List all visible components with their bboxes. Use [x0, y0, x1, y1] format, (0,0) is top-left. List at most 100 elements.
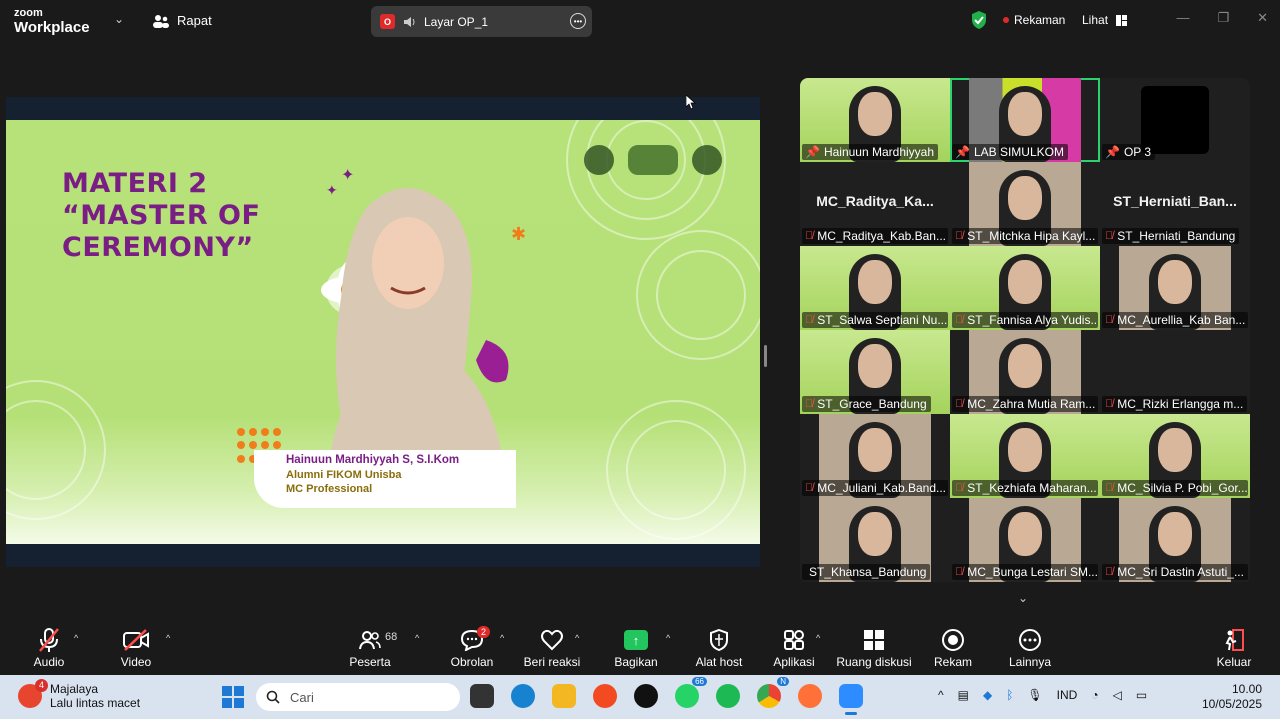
clock-time: 10.00	[1231, 682, 1262, 696]
microphone-icon[interactable]: 🎙	[1027, 688, 1042, 702]
participant-display-name: MC_Raditya_Ka...	[816, 193, 934, 209]
participant-tile[interactable]: ST_Herniati_Ban... 🎙̸ ST_Herniati_Bandung	[1100, 162, 1250, 246]
video-button[interactable]: Video	[96, 627, 176, 669]
participant-name: OP 3	[1123, 145, 1152, 159]
zoom-app-icon[interactable]	[839, 684, 863, 715]
host-tools-button[interactable]: Alat host	[679, 627, 759, 669]
participant-name: MC_Sri Dastin Astuti_...	[1117, 565, 1244, 579]
chrome-icon[interactable]: N	[757, 677, 789, 708]
participant-name-label: 🎙̸ MC_Silvia P. Pobi_Gor...	[1102, 480, 1248, 496]
participant-tile[interactable]: ST_Khansa_Bandung	[800, 498, 950, 582]
participants-button[interactable]: Peserta	[330, 627, 410, 669]
whatsapp-icon[interactable]: 66	[675, 677, 707, 708]
participant-tile[interactable]: 🎙̸ MC_Zahra Mutia Ram...	[950, 330, 1100, 414]
participant-tile[interactable]: 🎙̸ MC_Silvia P. Pobi_Gor...	[1100, 414, 1250, 498]
participant-tile[interactable]: 🎙̸ MC_Bunga Lestari SM...	[950, 498, 1100, 582]
show-hidden-icons-icon[interactable]: ^	[938, 688, 944, 702]
speaker-name-card: Hainuun Mardhiyyah S, S.I.Kom Alumni FIK…	[254, 450, 516, 508]
participant-name: ST_Herniati_Bandung	[1117, 229, 1236, 243]
spotify-icon[interactable]	[716, 684, 740, 708]
participant-tile[interactable]: 🎙̸ MC_Juliani_Kab.Band...	[800, 414, 950, 498]
keyboard-icon[interactable]: ▤	[958, 688, 969, 702]
chevron-down-icon[interactable]: ⌄	[1018, 591, 1028, 605]
windows-start-icon[interactable]	[222, 686, 244, 708]
participant-tile[interactable]: 🎙̸ ST_Mitchka Hipa Kayl...	[950, 162, 1100, 246]
participant-tile[interactable]: 🎙̸ ST_Kezhiafa Maharan...	[950, 414, 1100, 498]
mic-muted-icon: 🎙̸	[955, 566, 964, 578]
participant-tile[interactable]: 📌 Hainuun Mardhiyyah	[800, 78, 950, 162]
brand-bottom: Workplace	[14, 19, 90, 36]
close-icon[interactable]: ✕	[1257, 10, 1268, 26]
apps-label: Aplikasi	[773, 655, 815, 669]
participant-face	[1158, 260, 1192, 304]
chevron-down-icon[interactable]: ⌄	[114, 12, 124, 26]
mic-muted-icon: 🎙̸	[1105, 230, 1114, 242]
encryption-shield-icon[interactable]	[970, 10, 988, 30]
participant-face	[1008, 428, 1042, 472]
breakout-rooms-button[interactable]: Ruang diskusi	[834, 627, 914, 669]
firefox-icon[interactable]	[798, 684, 822, 708]
participants-icon	[359, 631, 381, 650]
participants-caret-icon[interactable]: ^	[415, 633, 419, 643]
recording-indicator[interactable]: Rekaman	[1003, 13, 1065, 27]
participant-display-name: ST_Herniati_Ban...	[1113, 193, 1237, 209]
participant-tile[interactable]: 📌 OP 3	[1100, 78, 1250, 162]
participant-tile[interactable]: 🎙̸ MC_Sri Dastin Astuti_...	[1100, 498, 1250, 582]
participant-tile[interactable]: 📌 LAB SIMULKOM	[950, 78, 1100, 162]
participant-tile[interactable]: 🎙̸ ST_Grace_Bandung	[800, 330, 950, 414]
mic-muted-icon: 🎙̸	[955, 314, 964, 326]
weather-widget[interactable]: 4 Majalaya Lalu lintas macet	[18, 679, 140, 710]
share-caret-icon[interactable]: ^	[666, 633, 670, 643]
participant-tile[interactable]: 🎙̸ MC_Aurellia_Kab Ban...	[1100, 246, 1250, 330]
security-icon[interactable]: ◆	[983, 688, 992, 702]
record-button[interactable]: Rekam	[913, 627, 993, 669]
minimize-icon[interactable]: —	[1176, 10, 1189, 26]
video-off-icon	[123, 629, 149, 651]
mic-muted-icon: 🎙̸	[1105, 482, 1114, 494]
edge-icon[interactable]	[511, 684, 535, 708]
screen-source-pill[interactable]: O Layar OP_1 •••	[371, 6, 592, 37]
meeting-label: Rapat	[177, 13, 212, 28]
task-view-icon[interactable]	[470, 684, 494, 708]
file-explorer-icon[interactable]	[552, 684, 576, 708]
traffic-icon: 4	[18, 679, 48, 708]
participant-face	[1158, 512, 1192, 556]
participant-tile[interactable]: 🎙̸ ST_Fannisa Alya Yudis...	[950, 246, 1100, 330]
reactions-caret-icon[interactable]: ^	[575, 633, 579, 643]
tiktok-icon[interactable]	[634, 684, 658, 708]
participant-tile[interactable]: 🎙̸ ST_Salwa Septiani Nu...	[800, 246, 950, 330]
wifi-icon[interactable]: ◔	[1091, 688, 1098, 702]
view-button[interactable]: Lihat	[1082, 13, 1128, 27]
participant-tile[interactable]: 🎙̸ MC_Rizki Erlangga m...	[1100, 330, 1250, 414]
mouse-cursor-icon	[686, 95, 696, 109]
bluetooth-icon[interactable]: ᛒ	[1006, 688, 1013, 702]
participant-name: ST_Kezhiafa Maharan...	[967, 481, 1097, 495]
audio-caret-icon[interactable]: ^	[74, 633, 78, 643]
chat-caret-icon[interactable]: ^	[500, 633, 504, 643]
panel-resize-handle[interactable]	[764, 345, 767, 367]
taskbar-clock[interactable]: 10.00 10/05/2025	[1202, 682, 1262, 712]
video-caret-icon[interactable]: ^	[166, 633, 170, 643]
mic-muted-icon: 🎙̸	[955, 398, 964, 410]
battery-icon[interactable]: ▭	[1136, 688, 1147, 702]
window-controls: — ❐ ✕	[1176, 10, 1268, 26]
record-icon	[942, 629, 964, 651]
restore-icon[interactable]: ❐	[1217, 10, 1229, 26]
taskbar-search[interactable]: Cari	[256, 683, 460, 711]
meeting-menu[interactable]: Rapat	[153, 13, 212, 28]
more-button[interactable]: Lainnya	[990, 627, 1070, 669]
volume-icon[interactable]: ◁	[1113, 688, 1122, 702]
language-indicator[interactable]: IND	[1057, 688, 1078, 702]
brave-icon[interactable]	[593, 684, 617, 708]
share-button[interactable]: ↑ Bagikan	[596, 627, 676, 669]
more-options-icon[interactable]: •••	[570, 13, 586, 29]
participant-tile[interactable]: MC_Raditya_Ka... 🎙̸ MC_Raditya_Kab.Ban...	[800, 162, 950, 246]
apps-button[interactable]: Aplikasi	[754, 627, 834, 669]
reactions-button[interactable]: Beri reaksi	[512, 627, 592, 669]
pin-icon: 📌	[1105, 145, 1120, 159]
participant-name-label: 📌 OP 3	[1102, 144, 1156, 160]
partner-logos	[584, 145, 722, 175]
leave-button[interactable]: Keluar	[1194, 627, 1274, 669]
speaker-photo	[326, 188, 506, 488]
apps-caret-icon[interactable]: ^	[816, 633, 820, 643]
